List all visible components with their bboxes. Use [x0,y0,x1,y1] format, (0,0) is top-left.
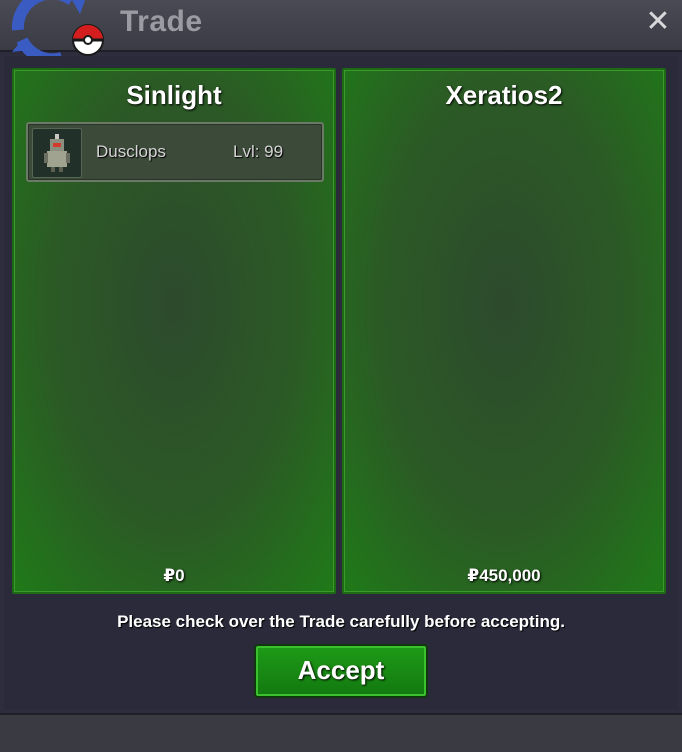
right-player-name: Xeratios2 [445,80,563,110]
bottom-frame [0,713,682,752]
right-money: ₽450,000 [467,566,541,585]
title-bar[interactable]: Trade ✕ [0,0,682,62]
close-icon[interactable]: ✕ [644,7,672,37]
accept-button[interactable]: Accept [256,646,426,696]
item-level: Lvl: 99 [233,142,284,161]
trade-window: Trade ✕ Sinlight Dusclops Lvl: 99 ₽0 Xer… [0,0,682,752]
trade-notice: Please check over the Trade carefully be… [117,612,565,631]
window-title: Trade [120,5,203,38]
right-offer-panel: Xeratios2 ₽450,000 [342,68,666,594]
trade-content: Sinlight Dusclops Lvl: 99 ₽0 Xeratios2 ₽… [4,56,678,710]
left-money: ₽0 [163,566,185,585]
trade-arrows-pokeball-icon [11,0,104,62]
left-offer-panel: Sinlight Dusclops Lvl: 99 ₽0 [12,68,336,594]
item-name: Dusclops [96,142,166,161]
offer-item[interactable]: Dusclops Lvl: 99 [26,122,324,182]
dusclops-sprite-icon [32,128,82,178]
left-player-name: Sinlight [126,80,222,110]
